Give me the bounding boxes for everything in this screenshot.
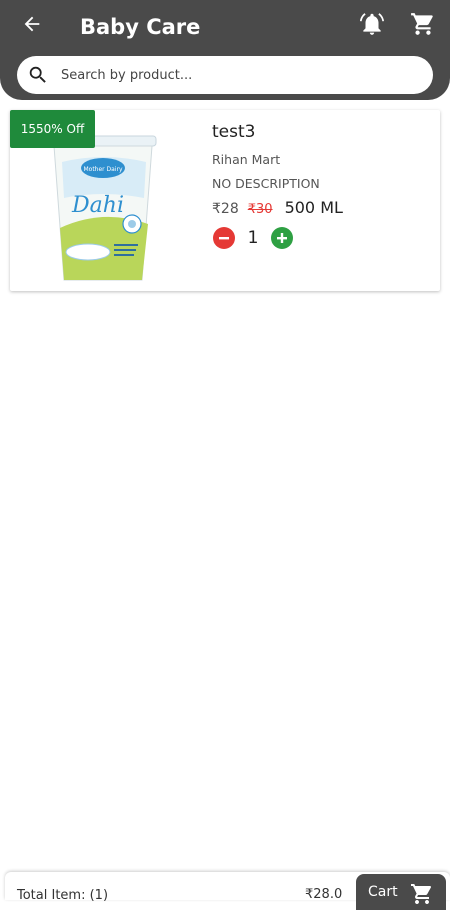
back-button[interactable] [18, 12, 46, 40]
bottom-summary-bar: Total Item: (1) ₹28.0 Cart [5, 872, 450, 910]
arrow-left-icon [21, 13, 43, 39]
search-input[interactable] [61, 67, 401, 83]
decrease-quantity-button[interactable] [213, 227, 235, 249]
product-image-name: Dahi [71, 193, 124, 218]
discount-badge: 1550% Off [10, 110, 95, 148]
quantity-value: 1 [247, 228, 259, 248]
app-header: Baby Care [0, 0, 450, 100]
cart-icon [410, 882, 434, 910]
header-cart-button[interactable] [408, 11, 438, 41]
search-bar [17, 56, 433, 94]
brand-text: Mother Dairy [83, 166, 122, 173]
product-unit: 500 ML [284, 198, 343, 217]
product-name: test3 [212, 122, 256, 142]
product-image: Mother Dairy Dahi [48, 132, 158, 284]
original-price: ₹30 [247, 202, 273, 217]
total-items: Total Item: (1) [17, 888, 109, 903]
product-description: NO DESCRIPTION [212, 176, 320, 191]
notification-button[interactable] [357, 11, 387, 41]
quantity-stepper: 1 [213, 227, 293, 249]
minus-icon [218, 229, 230, 248]
product-card[interactable]: 1550% Off Mother Dairy Dahi test3 Rihan … [10, 110, 440, 291]
search-icon [27, 64, 49, 86]
plus-icon [276, 229, 288, 248]
bell-icon [359, 11, 385, 41]
page-title: Baby Care [80, 15, 201, 39]
store-name: Rihan Mart [212, 152, 281, 167]
selling-price: ₹28 [212, 201, 239, 217]
cart-button[interactable]: Cart [356, 874, 446, 910]
price-row: ₹28 ₹30 500 ML [212, 198, 343, 217]
increase-quantity-button[interactable] [271, 227, 293, 249]
cart-icon [410, 11, 436, 41]
cart-button-label: Cart [368, 884, 398, 900]
